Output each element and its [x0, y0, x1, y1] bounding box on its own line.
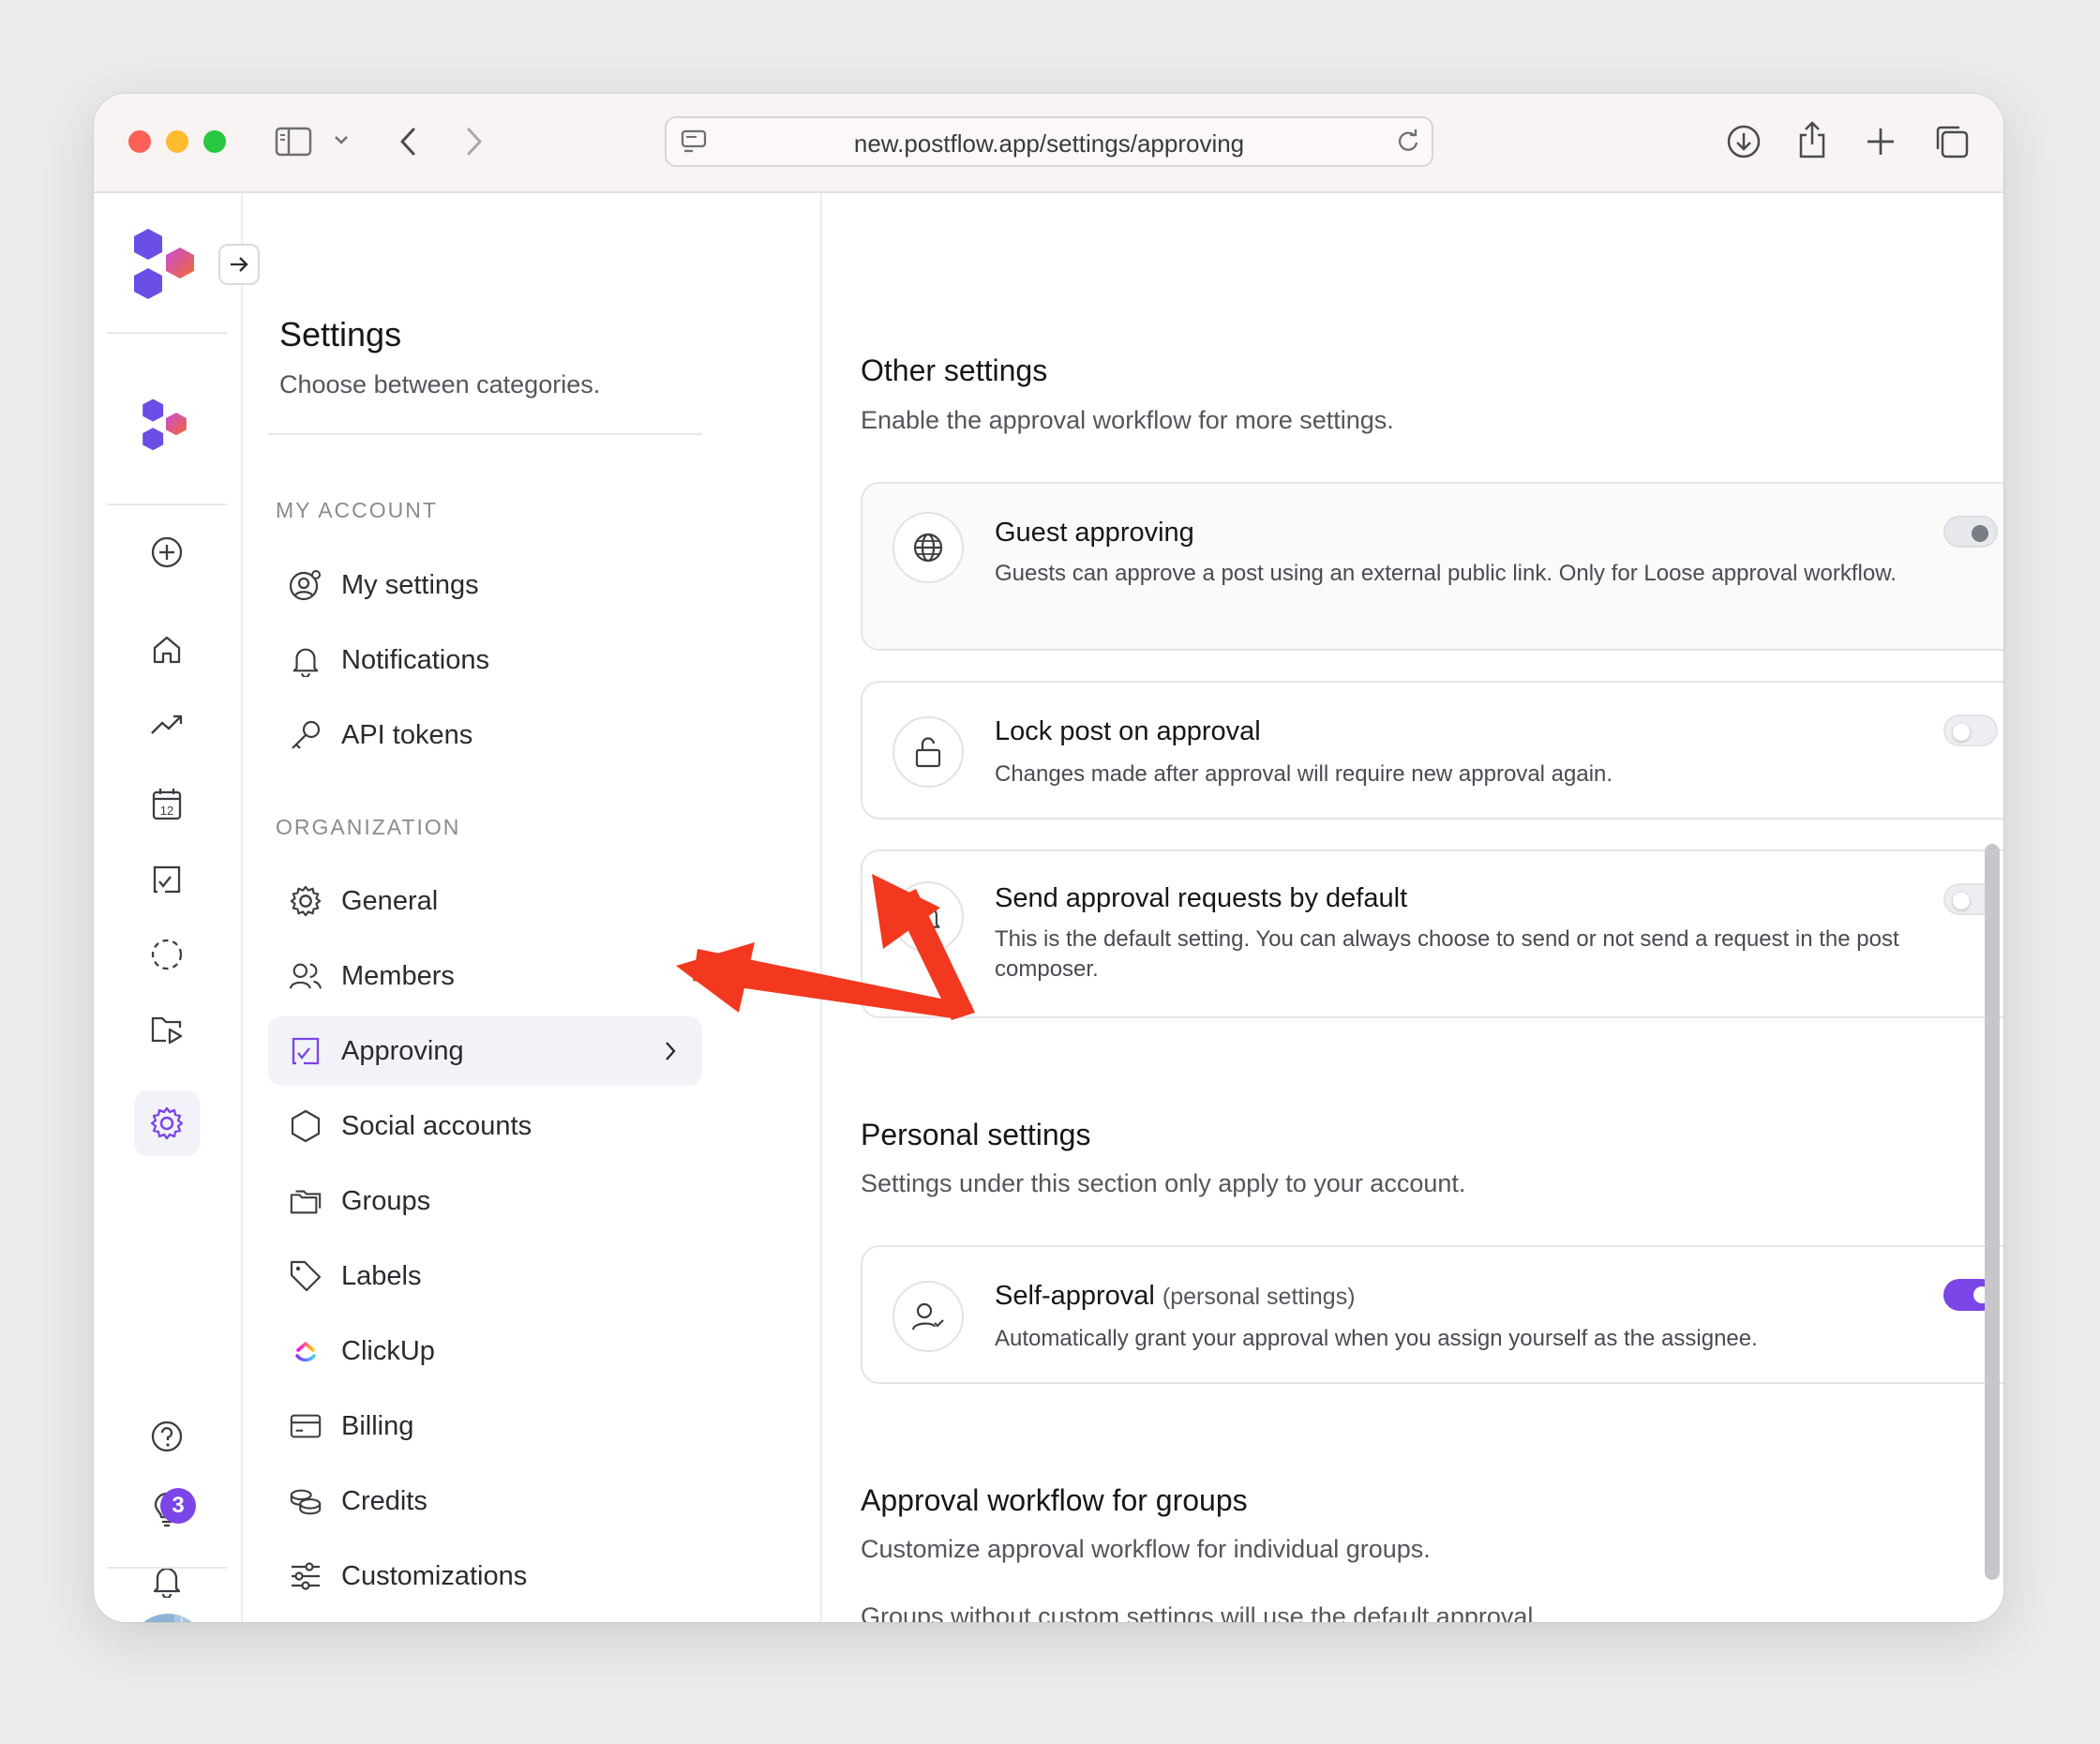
address-bar[interactable]: new.postflow.app/settings/approving: [665, 116, 1433, 167]
setting-title: Lock post on approval: [995, 716, 1261, 746]
section-subtitle-personal: Settings under this section only apply t…: [861, 1169, 1466, 1197]
chevron-down-icon[interactable]: [333, 133, 350, 146]
groups-note: Groups without custom settings will use …: [861, 1602, 1534, 1622]
nav-item-my-settings[interactable]: My settings: [268, 550, 702, 620]
setting-title: Send approval requests by default: [995, 883, 1408, 913]
nav-item-api-tokens[interactable]: API tokens: [268, 700, 702, 770]
nav-item-labels[interactable]: Labels: [268, 1241, 702, 1311]
nav-item-label: Labels: [341, 1260, 422, 1291]
approve-icon: [289, 1034, 322, 1068]
credit-card-icon: [289, 1409, 322, 1443]
setting-description: Automatically grant your approval when y…: [995, 1326, 1758, 1351]
nav-item-clickup[interactable]: ClickUp: [268, 1316, 702, 1386]
guest-approving-toggle[interactable]: [1943, 516, 1998, 548]
section-subtitle-other: Enable the approval workflow for more se…: [861, 406, 1394, 434]
nav-item-label: Groups: [341, 1185, 431, 1216]
setting-title-text: Self-approval: [995, 1281, 1155, 1311]
minimize-window-button[interactable]: [166, 130, 188, 153]
key-icon: [289, 718, 322, 752]
nav-item-label: My settings: [341, 569, 479, 600]
nav-item-approving[interactable]: Approving: [268, 1016, 702, 1086]
nav-item-label: Notifications: [341, 644, 489, 675]
nav-item-customizations[interactable]: Customizations: [268, 1541, 702, 1611]
globe-icon: [892, 512, 964, 583]
url-text[interactable]: new.postflow.app/settings/approving: [667, 129, 1432, 158]
folders-icon: [289, 1184, 322, 1218]
nav-item-social-accounts[interactable]: Social accounts: [268, 1091, 702, 1161]
sidebar-divider: [268, 433, 702, 435]
browser-window: new.postflow.app/settings/approving 12 3…: [94, 94, 2003, 1622]
downloads-icon[interactable]: [1726, 124, 1762, 159]
section-label-organization: ORGANIZATION: [276, 815, 461, 839]
coins-icon: [289, 1484, 322, 1518]
reload-icon[interactable]: [1394, 128, 1422, 156]
setting-card-self-approval: Self-approval (personal settings) Automat…: [861, 1245, 2003, 1384]
setting-card-send-requests: Send approval requests by default This i…: [861, 849, 2003, 1018]
nav-item-label: API tokens: [341, 719, 473, 750]
nav-item-members[interactable]: Members: [268, 941, 702, 1011]
bell-icon: [892, 881, 964, 953]
section-label-my-account: MY ACCOUNT: [276, 498, 438, 522]
page-subtitle: Choose between categories.: [279, 370, 601, 398]
sliders-icon: [289, 1559, 322, 1593]
back-icon[interactable]: [397, 126, 419, 158]
setting-title: Guest approving: [995, 518, 1194, 548]
browser-toolbar: new.postflow.app/settings/approving: [94, 94, 2003, 193]
nav-item-groups[interactable]: Groups: [268, 1166, 702, 1236]
hexagon-icon: [289, 1109, 322, 1143]
share-icon[interactable]: [1795, 120, 1829, 159]
scrollbar[interactable]: [1985, 844, 2000, 1580]
setting-description: This is the default setting. You can alw…: [995, 926, 1899, 982]
setting-description: Changes made after approval will require…: [995, 761, 1613, 787]
gear-icon: [289, 884, 322, 918]
zoom-window-button[interactable]: [203, 130, 226, 153]
user-check-icon: [892, 1281, 964, 1352]
nav-item-label: Approving: [341, 1035, 464, 1066]
page-title: Settings: [279, 315, 402, 353]
nav-item-label: General: [341, 885, 439, 916]
section-title-personal: Personal settings: [861, 1118, 1091, 1151]
nav-item-billing[interactable]: Billing: [268, 1391, 702, 1461]
tab-overview-icon[interactable]: [1934, 124, 1970, 159]
setting-card-guest-approving: Guest approving Guests can approve a pos…: [861, 482, 2003, 651]
nav-item-label: Social accounts: [341, 1110, 532, 1141]
nav-item-notifications[interactable]: Notifications: [268, 625, 702, 695]
section-title-other: Other settings: [861, 353, 1048, 387]
nav-item-credits[interactable]: Credits: [268, 1466, 702, 1536]
main-content: Other settings Enable the approval workf…: [822, 193, 2003, 1622]
nav-item-general[interactable]: General: [268, 866, 702, 936]
unlock-icon: [892, 716, 964, 788]
settings-sidebar: Settings Choose between categories. MY A…: [94, 193, 822, 1622]
section-subtitle-groups: Customize approval workflow for individu…: [861, 1535, 1431, 1563]
nav-item-label: ClickUp: [341, 1335, 435, 1366]
new-tab-icon[interactable]: [1865, 126, 1897, 158]
setting-title-tag: (personal settings): [1162, 1284, 1356, 1310]
section-title-groups: Approval workflow for groups: [861, 1483, 1248, 1517]
setting-description: Guests can approve a post using an exter…: [995, 561, 1897, 586]
lock-post-toggle[interactable]: [1943, 714, 1998, 746]
bell-icon: [289, 643, 322, 677]
user-settings-icon: [289, 568, 322, 602]
chevron-right-icon: [663, 1039, 678, 1068]
forward-icon[interactable]: [463, 126, 486, 158]
clickup-icon: [289, 1334, 322, 1368]
nav-item-label: Credits: [341, 1485, 428, 1516]
setting-card-lock-post: Lock post on approval Changes made after…: [861, 681, 2003, 819]
users-icon: [289, 959, 322, 993]
sidebar-toggle-icon[interactable]: [275, 126, 312, 158]
nav-item-label: Customizations: [341, 1560, 528, 1591]
tag-icon: [289, 1259, 322, 1293]
close-window-button[interactable]: [128, 130, 151, 153]
nav-item-label: Members: [341, 960, 455, 991]
expand-sidebar-button[interactable]: [218, 244, 260, 285]
setting-title: Self-approval (personal settings): [995, 1281, 1356, 1312]
nav-item-label: Billing: [341, 1410, 414, 1441]
